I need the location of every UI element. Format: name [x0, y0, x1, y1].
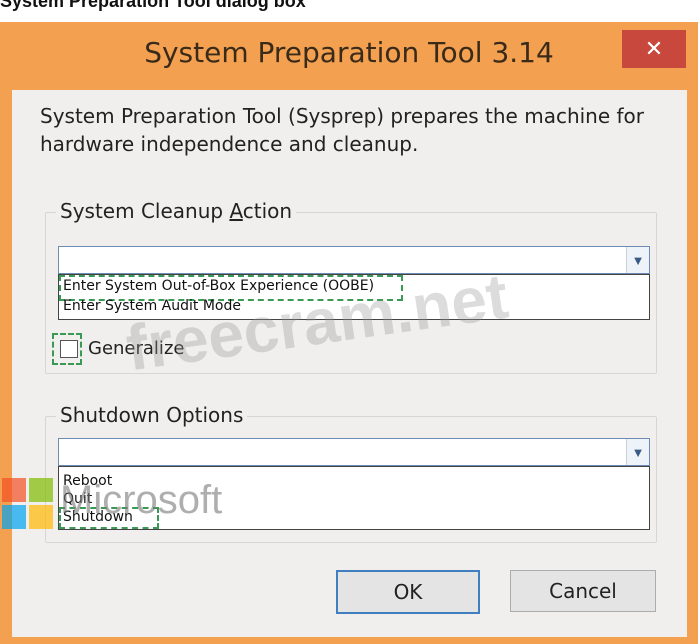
- figure-caption: System Preparation Tool dialog box: [0, 0, 306, 11]
- title-bar[interactable]: System Preparation Tool 3.14 ✕: [0, 22, 698, 90]
- microsoft-logo-icon: [2, 478, 54, 530]
- option-oobe[interactable]: Enter System Out-of-Box Experience (OOBE…: [63, 278, 374, 294]
- ok-button[interactable]: OK: [336, 570, 480, 614]
- option-quit[interactable]: Quit: [63, 491, 92, 507]
- close-icon: ✕: [644, 36, 664, 61]
- cleanup-action-list: Enter System Out-of-Box Experience (OOBE…: [58, 274, 650, 320]
- system-cleanup-label: System Cleanup Action: [56, 199, 297, 223]
- generalize-label[interactable]: Generalize: [88, 338, 184, 359]
- dialog-client-area: System Preparation Tool (Sysprep) prepar…: [12, 90, 687, 637]
- dialog-description: System Preparation Tool (Sysprep) prepar…: [40, 104, 645, 156]
- shutdown-options-label: Shutdown Options: [56, 403, 248, 427]
- sysprep-dialog: System Preparation Tool 3.14 ✕ System Pr…: [0, 22, 698, 644]
- close-button[interactable]: ✕: [622, 30, 686, 68]
- cleanup-action-combo[interactable]: ▼: [58, 246, 650, 274]
- shutdown-options-list: Reboot Quit Shutdown: [58, 466, 650, 530]
- chevron-down-icon[interactable]: ▼: [626, 247, 649, 273]
- option-shutdown[interactable]: Shutdown: [63, 509, 133, 525]
- shutdown-options-combo[interactable]: ▼: [58, 438, 650, 466]
- chevron-down-icon[interactable]: ▼: [626, 439, 649, 465]
- cancel-button[interactable]: Cancel: [510, 570, 656, 612]
- option-reboot[interactable]: Reboot: [63, 473, 112, 489]
- window-title: System Preparation Tool 3.14: [144, 36, 554, 69]
- generalize-checkbox[interactable]: [60, 340, 78, 358]
- option-audit-mode[interactable]: Enter System Audit Mode: [63, 298, 241, 314]
